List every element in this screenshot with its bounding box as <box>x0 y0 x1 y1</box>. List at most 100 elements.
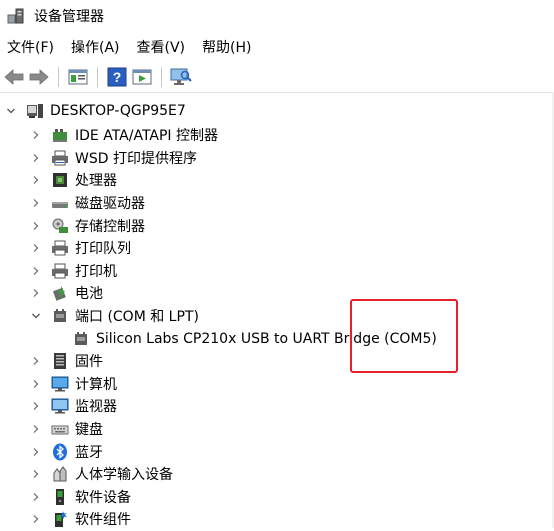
tree-item-hid[interactable]: 人体学输入设备 <box>0 463 554 486</box>
chevron-right-icon[interactable] <box>31 379 41 389</box>
tree-item-keyboard[interactable]: 键盘 <box>0 418 554 441</box>
chevron-right-icon[interactable] <box>31 243 41 253</box>
tree-item-bluetooth[interactable]: 蓝牙 <box>0 440 554 463</box>
tree-item-label: 磁盘驱动器 <box>75 196 145 213</box>
tree-item-print-queue[interactable]: 打印队列 <box>0 237 554 260</box>
chevron-right-icon[interactable] <box>31 153 41 163</box>
chevron-right-icon[interactable] <box>31 401 41 411</box>
tree-item-firmware[interactable]: 固件 <box>0 350 554 373</box>
toolbar-separator <box>97 67 98 87</box>
chevron-right-icon[interactable] <box>31 469 41 479</box>
back-button[interactable] <box>3 66 25 88</box>
tree-item-wsd[interactable]: WSD 打印提供程序 <box>0 147 554 170</box>
tree-item-label: 软件设备 <box>75 489 131 506</box>
chevron-right-icon[interactable] <box>31 492 41 502</box>
tree-item-processor[interactable]: 处理器 <box>0 169 554 192</box>
tree-item-computer[interactable]: 计算机 <box>0 373 554 396</box>
chevron-right-icon[interactable] <box>31 514 41 524</box>
properties-icon <box>68 69 88 85</box>
printer-icon <box>51 262 69 280</box>
title-bar: 设备管理器 <box>0 0 554 32</box>
tree-item-label: 电池 <box>75 286 103 303</box>
bluetooth-icon <box>51 443 69 461</box>
tree-root[interactable]: DESKTOP-QGP95E7 <box>0 98 554 124</box>
back-arrow-icon <box>4 69 24 85</box>
menu-help[interactable]: 帮助(H) <box>195 37 261 57</box>
ide-controller-icon <box>51 126 69 144</box>
hid-icon <box>51 465 69 483</box>
software-device-icon <box>51 488 69 506</box>
menu-view[interactable]: 查看(V) <box>130 37 196 57</box>
printer-icon <box>51 149 69 167</box>
chevron-right-icon[interactable] <box>31 424 41 434</box>
firmware-icon <box>51 352 69 370</box>
port-icon <box>51 307 69 325</box>
monitor-scan-icon <box>170 68 192 85</box>
chevron-right-icon[interactable] <box>31 447 41 457</box>
tree-item-label: 人体学输入设备 <box>75 467 173 484</box>
tree-item-label: 打印机 <box>75 263 117 280</box>
printer-icon <box>51 239 69 257</box>
tree-item-monitor[interactable]: 监视器 <box>0 395 554 418</box>
tree-item-label: 存储控制器 <box>75 218 145 235</box>
tree-item-label: 端口 (COM 和 LPT) <box>75 309 199 326</box>
tree-item-label: 蓝牙 <box>75 444 103 461</box>
tree-item-com5[interactable]: Silicon Labs CP210x USB to UART Bridge (… <box>0 327 554 350</box>
tree-item-disk[interactable]: 磁盘驱动器 <box>0 192 554 215</box>
svg-text:?: ? <box>113 69 122 85</box>
battery-icon <box>51 284 69 302</box>
chevron-right-icon[interactable] <box>31 198 41 208</box>
menu-action[interactable]: 操作(A) <box>64 37 130 57</box>
tree-item-printer[interactable]: 打印机 <box>0 260 554 283</box>
run-icon <box>132 69 152 85</box>
chevron-right-icon[interactable] <box>31 288 41 298</box>
computer-icon <box>26 102 44 120</box>
menu-file[interactable]: 文件(F) <box>0 37 64 57</box>
toolbar-separator <box>161 67 162 87</box>
help-icon: ? <box>107 67 127 87</box>
tree-item-label: 处理器 <box>75 173 117 190</box>
device-manager-icon <box>6 6 26 26</box>
tree-item-label: Silicon Labs CP210x USB to UART Bridge (… <box>96 330 437 347</box>
scan-hardware-button[interactable] <box>170 66 192 88</box>
tree-item-label: 键盘 <box>75 422 103 439</box>
chevron-right-icon[interactable] <box>31 175 41 185</box>
chevron-right-icon[interactable] <box>31 221 41 231</box>
port-icon <box>72 330 90 348</box>
window-title: 设备管理器 <box>34 9 104 25</box>
tree-item-ports[interactable]: 端口 (COM 和 LPT) <box>0 305 554 328</box>
tree-item-label: 计算机 <box>75 376 117 393</box>
forward-button[interactable] <box>28 66 50 88</box>
chevron-down-icon[interactable] <box>6 106 16 116</box>
tree-item-storage[interactable]: 存储控制器 <box>0 214 554 237</box>
toolbar: ? <box>0 62 554 93</box>
tree-item-label: 软件组件 <box>75 512 131 529</box>
forward-arrow-icon <box>29 69 49 85</box>
properties-button[interactable] <box>67 66 89 88</box>
help-button[interactable]: ? <box>106 66 128 88</box>
monitor-icon <box>51 397 69 415</box>
tree-item-battery[interactable]: 电池 <box>0 282 554 305</box>
software-component-icon <box>51 510 69 528</box>
chevron-down-icon[interactable] <box>31 311 41 321</box>
chevron-right-icon[interactable] <box>31 266 41 276</box>
tree-item-software-device[interactable]: 软件设备 <box>0 486 554 509</box>
computer-name: DESKTOP-QGP95E7 <box>50 103 186 119</box>
keyboard-icon <box>51 420 69 438</box>
chevron-right-icon[interactable] <box>31 130 41 140</box>
device-tree: DESKTOP-QGP95E7 IDE ATA/ATAPI 控制器 WSD 打印… <box>0 98 554 531</box>
storage-controller-icon <box>51 217 69 235</box>
tree-item-label: 固件 <box>75 354 103 371</box>
tree-item-label: WSD 打印提供程序 <box>75 150 197 167</box>
menu-bar: 文件(F) 操作(A) 查看(V) 帮助(H) <box>0 34 261 60</box>
processor-icon <box>51 171 69 189</box>
tree-item-ide[interactable]: IDE ATA/ATAPI 控制器 <box>0 124 554 147</box>
tree-item-label: IDE ATA/ATAPI 控制器 <box>75 128 219 145</box>
tree-item-software-component[interactable]: 软件组件 <box>0 508 554 531</box>
run-button[interactable] <box>131 66 153 88</box>
disk-drive-icon <box>51 194 69 212</box>
chevron-right-icon[interactable] <box>31 356 41 366</box>
computer-icon <box>51 375 69 393</box>
tree-item-label: 打印队列 <box>75 241 131 258</box>
toolbar-separator <box>58 67 59 87</box>
